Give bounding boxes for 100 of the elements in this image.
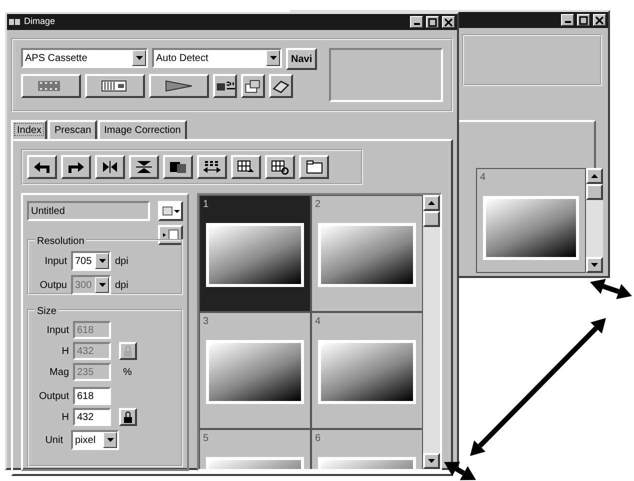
rotate-right-icon <box>66 159 86 175</box>
arrow-down-icon <box>591 263 598 267</box>
lock-button[interactable] <box>119 408 137 426</box>
arrow-up-icon <box>591 174 598 178</box>
overlap-squares-button[interactable] <box>163 155 193 179</box>
film-strip-button[interactable] <box>21 74 81 98</box>
book-button[interactable] <box>269 74 293 98</box>
folder-icon <box>304 159 324 175</box>
lock-icon <box>123 345 133 357</box>
scrollbar[interactable] <box>423 195 440 469</box>
dropdown[interactable]: 705 <box>71 251 111 271</box>
thumbnail-cell[interactable]: 1 <box>199 195 311 312</box>
field-label: Output <box>38 390 69 404</box>
flip-horizontal-icon <box>100 159 120 175</box>
dropdown-button[interactable] <box>266 50 280 66</box>
window-button[interactable] <box>241 74 265 98</box>
tab[interactable]: Prescan <box>48 120 98 139</box>
flip-vertical-icon <box>134 159 154 175</box>
field-label: Outpu <box>38 278 67 292</box>
grid-refresh-button[interactable] <box>265 155 295 179</box>
caret-icon <box>98 258 106 264</box>
unit-label: dpi <box>115 278 128 292</box>
dropdown[interactable]: Auto Detect <box>152 48 282 68</box>
lock-icon <box>123 411 133 423</box>
frame-number: 4 <box>479 171 487 185</box>
dropdown[interactable]: APS Cassette <box>21 48 148 68</box>
dropdown-value: 300 <box>75 278 92 292</box>
book-icon <box>271 78 291 94</box>
view-mode-button[interactable] <box>158 201 183 221</box>
field-label: Input <box>44 254 67 268</box>
caret-icon <box>98 282 106 288</box>
app-icon <box>9 18 21 26</box>
dropdown-value: pixel <box>75 434 96 448</box>
window-title: Dimage <box>24 15 56 28</box>
frame-number: 6 <box>314 432 322 446</box>
field-label: H <box>60 344 69 358</box>
rotate-right-button[interactable] <box>61 155 91 179</box>
maximize-button[interactable] <box>577 14 590 26</box>
input-field[interactable]: 618 <box>73 387 111 405</box>
field-label: Mag <box>48 366 69 380</box>
dropdown-button[interactable] <box>103 432 117 448</box>
navi-button[interactable]: Navi <box>286 48 318 70</box>
unit-label: dpi <box>115 254 128 268</box>
dropdown-value: 705 <box>75 254 92 268</box>
scroll-down-button[interactable] <box>423 453 440 469</box>
frame-number: 5 <box>202 432 210 446</box>
double-arrow <box>444 462 476 480</box>
thumbnail-cell[interactable]: 6 <box>311 429 423 469</box>
caret-icon <box>134 55 144 61</box>
flip-horizontal-button[interactable] <box>95 155 125 179</box>
grid-arrows-button[interactable] <box>197 155 227 179</box>
frame-arrow-icon <box>162 229 180 241</box>
frame-dropdown-icon <box>162 205 180 217</box>
caret-icon <box>268 55 278 61</box>
scroll-thumb[interactable] <box>586 184 603 200</box>
tab[interactable]: Index <box>11 120 48 139</box>
double-arrow <box>590 278 632 300</box>
scroll-thumb[interactable] <box>423 211 440 227</box>
rotate-left-button[interactable] <box>27 155 57 179</box>
tab[interactable]: Image Correction <box>98 120 187 139</box>
thumbnail-cell[interactable]: 4 <box>311 312 423 429</box>
minimize-button[interactable] <box>410 16 423 28</box>
dropdown[interactable]: pixel <box>71 430 119 450</box>
grid-select-icon <box>236 159 256 175</box>
flip-vertical-button[interactable] <box>129 155 159 179</box>
thumbnail-cell[interactable]: 4 <box>476 168 586 273</box>
unit-label: % <box>123 366 132 380</box>
minimize-icon <box>414 23 420 25</box>
dropdown-button[interactable] <box>132 50 146 66</box>
folder-button[interactable] <box>299 155 329 179</box>
dropdown-button[interactable] <box>95 253 109 269</box>
maximize-button[interactable] <box>426 16 439 28</box>
scroll-up-button[interactable] <box>586 168 603 184</box>
thumbnail-cell[interactable]: 2 <box>311 195 423 312</box>
triangle-icon <box>164 78 194 94</box>
window-icon <box>243 78 263 94</box>
dropdown-value: Auto Detect <box>156 52 208 66</box>
maximize-icon <box>579 16 588 24</box>
thumbnail-cell[interactable]: 5 <box>199 429 311 469</box>
file-name-field[interactable]: Untitled <box>27 201 150 221</box>
scroll-up-button[interactable] <box>423 195 440 211</box>
frame-number: 4 <box>314 315 322 329</box>
close-button[interactable] <box>593 14 606 26</box>
thumbnail-cell[interactable]: 3 <box>199 312 311 429</box>
input-field[interactable]: 432 <box>73 408 111 426</box>
film-button[interactable] <box>85 74 145 98</box>
scrollbar[interactable] <box>586 168 603 273</box>
minimize-icon <box>564 21 570 23</box>
grid-select-button[interactable] <box>231 155 261 179</box>
maximize-icon <box>428 18 437 26</box>
close-button[interactable] <box>442 16 455 28</box>
overlap-squares-icon <box>168 159 188 175</box>
caret-icon <box>106 437 114 443</box>
frame-number: 1 <box>202 198 210 212</box>
minimize-button[interactable] <box>561 14 574 26</box>
dropdown-value: APS Cassette <box>25 52 88 66</box>
arrow-down-icon <box>428 459 435 463</box>
scroll-down-button[interactable] <box>586 257 603 273</box>
grid-arrows-icon <box>202 159 222 175</box>
triangle-button[interactable] <box>149 74 209 98</box>
